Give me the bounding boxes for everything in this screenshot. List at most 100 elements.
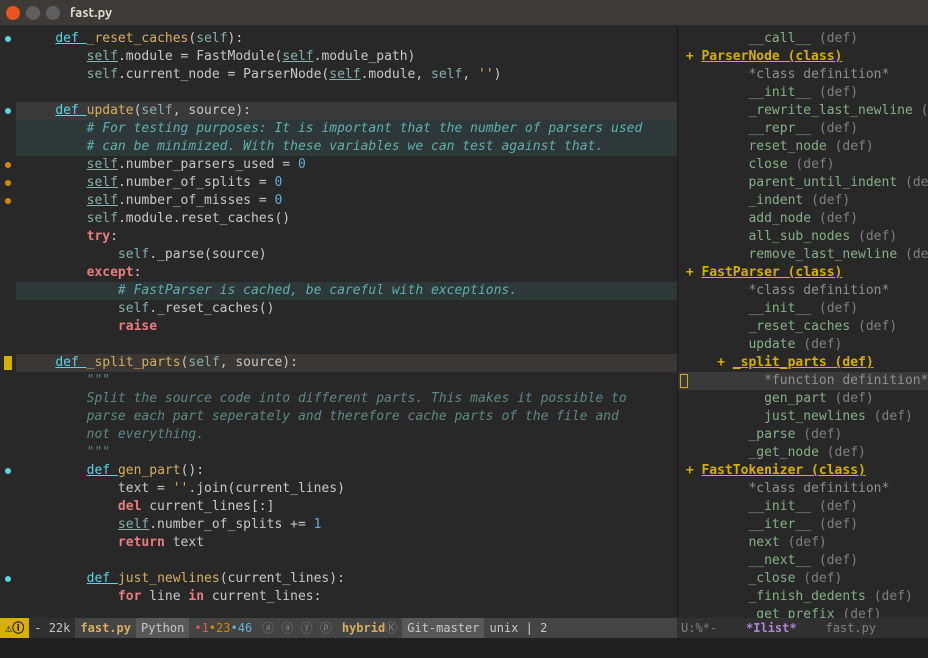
outline-item[interactable]: + ParserNode (class) [678, 48, 928, 66]
outline-item[interactable]: *class definition* [678, 66, 928, 84]
outline-item[interactable]: _get_prefix (def) [678, 606, 928, 618]
gutter [0, 26, 16, 618]
gutter-mark [0, 570, 16, 588]
gutter-mark [0, 48, 16, 66]
outline-item[interactable]: + _split_parts (def) [678, 354, 928, 372]
code-line[interactable]: self.number_of_splits += 1 [16, 516, 677, 534]
code-line[interactable]: Split the source code into different par… [16, 390, 677, 408]
gutter-mark [0, 444, 16, 462]
close-icon[interactable] [6, 6, 20, 20]
gutter-mark [0, 498, 16, 516]
code-line[interactable]: # FastParser is cached, be careful with … [16, 282, 677, 300]
code-line[interactable]: raise [16, 318, 677, 336]
gutter-mark [0, 480, 16, 498]
outline-item[interactable]: *class definition* [678, 282, 928, 300]
code-line[interactable]: def update(self, source): [16, 102, 677, 120]
code-line[interactable]: """ [16, 444, 677, 462]
outline-item[interactable]: close (def) [678, 156, 928, 174]
minimize-icon[interactable] [26, 6, 40, 20]
vc-branch[interactable]: Git-master [402, 618, 484, 638]
code-line[interactable]: try: [16, 228, 677, 246]
gutter-mark [0, 516, 16, 534]
minor-modes: ⓐ ⓐ ⓨ ⓟ [257, 618, 337, 638]
code-area[interactable]: def _reset_caches(self): self.module = F… [16, 26, 677, 618]
outline-item[interactable]: all_sub_nodes (def) [678, 228, 928, 246]
code-line[interactable]: # can be minimized. With these variables… [16, 138, 677, 156]
gutter-mark [0, 282, 16, 300]
gutter-mark [0, 66, 16, 84]
outline-item[interactable]: __init__ (def) [678, 84, 928, 102]
outline-item[interactable]: + FastParser (class) [678, 264, 928, 282]
outline-item[interactable]: next (def) [678, 534, 928, 552]
outline-item[interactable]: update (def) [678, 336, 928, 354]
code-line[interactable]: except: [16, 264, 677, 282]
code-line[interactable]: return text [16, 534, 677, 552]
outline-item[interactable]: _get_node (def) [678, 444, 928, 462]
modeline-right: U:%*- *Ilist* fast.py [677, 618, 928, 638]
outline-item[interactable]: + FastTokenizer (class) [678, 462, 928, 480]
outline-item[interactable]: _finish_dedents (def) [678, 588, 928, 606]
code-line[interactable]: self.module = FastModule(self.module_pat… [16, 48, 677, 66]
outline-item[interactable]: __init__ (def) [678, 300, 928, 318]
outline-item[interactable]: parent_until_indent (def) [678, 174, 928, 192]
outline-item[interactable]: *class definition* [678, 480, 928, 498]
code-line[interactable]: parse each part seperately and therefore… [16, 408, 677, 426]
maximize-icon[interactable] [46, 6, 60, 20]
outline-item[interactable]: _close (def) [678, 570, 928, 588]
outline-cursor [680, 374, 688, 388]
titlebar: fast.py [0, 0, 928, 26]
code-line[interactable]: def just_newlines(current_lines): [16, 570, 677, 588]
outline-item[interactable]: __iter__ (def) [678, 516, 928, 534]
outline-item[interactable]: _indent (def) [678, 192, 928, 210]
gutter-mark [0, 462, 16, 480]
outline-pane[interactable]: __call__ (def) + ParserNode (class) *cla… [677, 26, 928, 618]
outline-item[interactable]: __repr__ (def) [678, 120, 928, 138]
outline-item[interactable]: gen_part (def) [678, 390, 928, 408]
buffer-name[interactable]: fast.py [75, 618, 136, 638]
code-line[interactable]: def _split_parts(self, source): [16, 354, 677, 372]
code-line[interactable]: def gen_part(): [16, 462, 677, 480]
code-line[interactable]: self._reset_caches() [16, 300, 677, 318]
outline-item[interactable]: _parse (def) [678, 426, 928, 444]
outline-item[interactable]: remove_last_newline (def) [678, 246, 928, 264]
code-line[interactable] [16, 84, 677, 102]
code-line[interactable]: for line in current_lines: [16, 588, 677, 606]
echo-area [0, 638, 928, 658]
outline-item[interactable]: _reset_caches (def) [678, 318, 928, 336]
code-line[interactable]: self.number_of_splits = 0 [16, 174, 677, 192]
code-line[interactable]: text = ''.join(current_lines) [16, 480, 677, 498]
gutter-mark [0, 192, 16, 210]
code-line[interactable]: self.current_node = ParserNode(self.modu… [16, 66, 677, 84]
outline-item[interactable]: just_newlines (def) [678, 408, 928, 426]
outline-item[interactable]: *function definition* [678, 372, 928, 390]
gutter-mark [0, 84, 16, 102]
code-line[interactable]: # For testing purposes: It is important … [16, 120, 677, 138]
major-mode[interactable]: Python [136, 618, 189, 638]
outline-item[interactable]: __next__ (def) [678, 552, 928, 570]
modeline-left: ⚠ ⓘ - 22k fast.py Python •1 •23 •46 ⓐ ⓐ … [0, 618, 677, 638]
code-line[interactable]: self._parse(source) [16, 246, 677, 264]
code-line[interactable]: not everything. [16, 426, 677, 444]
code-line[interactable]: del current_lines[:] [16, 498, 677, 516]
code-line[interactable]: def _reset_caches(self): [16, 30, 677, 48]
buffer-state: U:%*- [681, 618, 717, 638]
code-line[interactable]: self.module.reset_caches() [16, 210, 677, 228]
code-line[interactable] [16, 552, 677, 570]
outline-item[interactable]: add_node (def) [678, 210, 928, 228]
code-line[interactable] [16, 336, 677, 354]
outline-item[interactable]: reset_node (def) [678, 138, 928, 156]
outline-item[interactable]: __init__ (def) [678, 498, 928, 516]
buffer-size: - 22k [29, 618, 75, 638]
gutter-mark [0, 552, 16, 570]
code-line[interactable]: """ [16, 372, 677, 390]
outline-item[interactable]: _rewrite_last_newline (def) [678, 102, 928, 120]
code-line[interactable]: self.number_of_misses = 0 [16, 192, 677, 210]
flycheck-counts[interactable]: •1 •23 •46 [189, 618, 257, 638]
outline-item[interactable]: __call__ (def) [678, 30, 928, 48]
encoding: unix | 2 [484, 618, 552, 638]
gutter-mark [0, 210, 16, 228]
ilist-file: fast.py [826, 618, 877, 638]
code-line[interactable]: self.number_parsers_used = 0 [16, 156, 677, 174]
modeline: ⚠ ⓘ - 22k fast.py Python •1 •23 •46 ⓐ ⓐ … [0, 618, 928, 638]
editor-pane[interactable]: def _reset_caches(self): self.module = F… [0, 26, 677, 618]
